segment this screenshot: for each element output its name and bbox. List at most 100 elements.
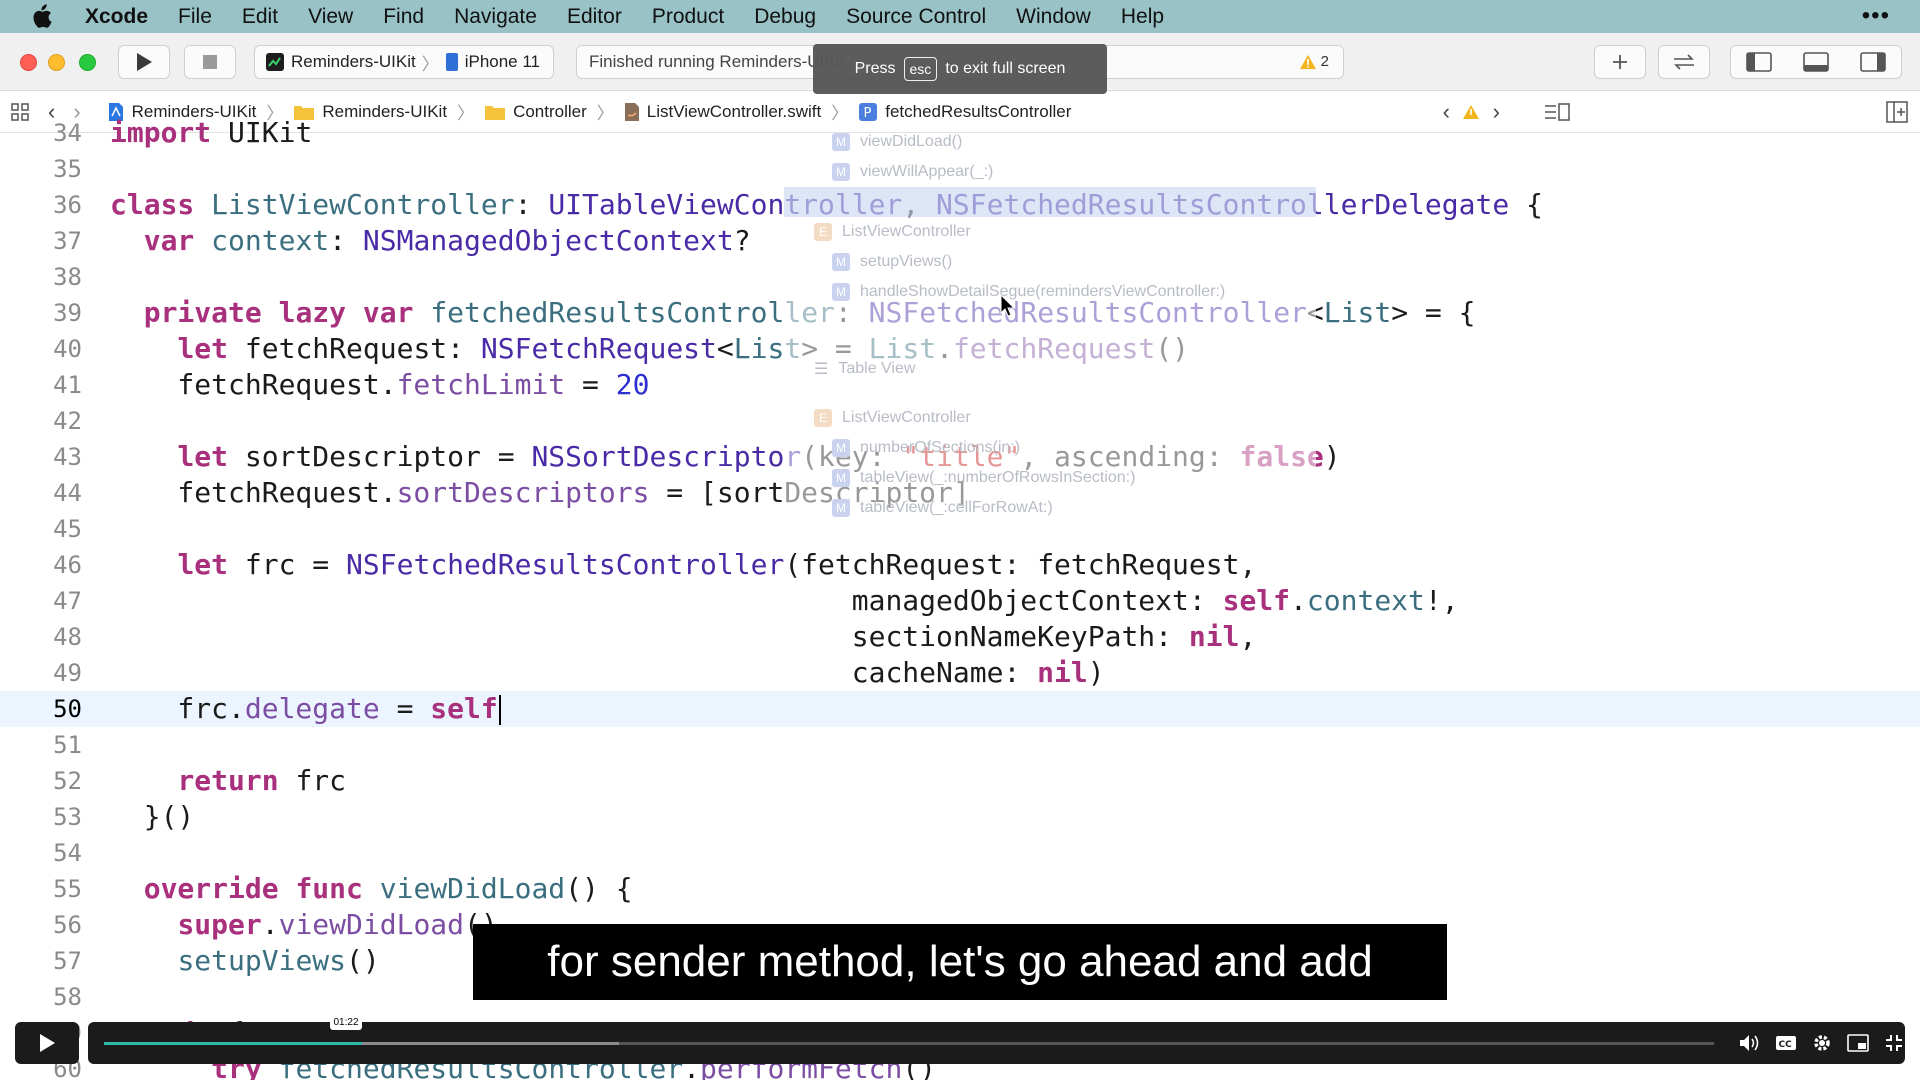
line-number: 51 <box>53 731 82 759</box>
app-target-icon <box>266 53 284 71</box>
menu-edit[interactable]: Edit <box>242 5 278 29</box>
video-scrubber[interactable] <box>104 1042 1714 1045</box>
menu-source-control[interactable]: Source Control <box>846 5 986 29</box>
warning-count: 2 <box>1320 53 1329 70</box>
line-number: 49 <box>53 659 82 687</box>
stop-icon <box>203 55 217 69</box>
run-button[interactable] <box>118 45 170 79</box>
warning-icon <box>1299 54 1316 69</box>
panel-toggle-group <box>1730 45 1902 79</box>
code-line: 54 <box>0 835 1920 871</box>
code-line: 36 class ListViewController: UITableViewC… <box>0 187 1920 223</box>
code-line: 40 let fetchRequest: NSFetchRequest<List… <box>0 331 1920 367</box>
library-button[interactable] <box>1594 45 1646 79</box>
menu-app-xcode[interactable]: Xcode <box>85 5 148 29</box>
iphone-device-icon <box>445 53 458 71</box>
line-number: 37 <box>53 227 82 255</box>
line-number: 54 <box>53 839 82 867</box>
video-progress-bar <box>104 1042 362 1045</box>
chevron-right-icon: 〉 <box>421 54 439 74</box>
inspector-toggle-icon[interactable] <box>1859 52 1886 72</box>
video-timestamp: 01:22 <box>330 1016 362 1030</box>
picture-in-picture-icon[interactable] <box>1846 1032 1870 1054</box>
code-line: 34 import UIKit <box>0 115 1920 151</box>
code-line: 41 fetchRequest.fetchLimit = 20 <box>0 367 1920 403</box>
closed-captions-icon[interactable]: CC <box>1774 1032 1798 1054</box>
menu-navigate[interactable]: Navigate <box>454 5 537 29</box>
line-number: 55 <box>53 875 82 903</box>
toast-press-text: Press <box>854 60 896 77</box>
menu-editor[interactable]: Editor <box>567 5 622 29</box>
code-line: 44 fetchRequest.sortDescriptors = [sortD… <box>0 475 1920 511</box>
line-number: 34 <box>53 119 82 147</box>
code-line: 46 let frc = NSFetchedResultsController(… <box>0 547 1920 583</box>
screen: Xcode File Edit View Find Navigate Edito… <box>0 0 1920 1080</box>
volume-icon[interactable] <box>1738 1032 1762 1054</box>
line-number: 56 <box>53 911 82 939</box>
menu-help[interactable]: Help <box>1121 5 1164 29</box>
svg-text:CC: CC <box>1779 1040 1793 1050</box>
line-number: 39 <box>53 299 82 327</box>
code-line: 35 <box>0 151 1920 187</box>
swap-arrows-icon <box>1674 54 1694 70</box>
code-line: 49 cacheName: nil) <box>0 655 1920 691</box>
line-number: 35 <box>53 155 82 183</box>
apple-logo-icon[interactable] <box>30 4 52 29</box>
status-text: Finished running Reminders-UIKit <box>589 52 845 71</box>
code-line: 39 private lazy var fetchedResultsContro… <box>0 295 1920 331</box>
menu-window[interactable]: Window <box>1016 5 1091 29</box>
line-number: 40 <box>53 335 82 363</box>
fullscreen-toast: Press esc to exit full screen <box>813 44 1107 94</box>
line-number: 48 <box>53 623 82 651</box>
line-number: 50 <box>53 695 82 723</box>
text-cursor <box>498 695 501 725</box>
line-number: 42 <box>53 407 82 435</box>
warning-indicator[interactable]: 2 <box>1299 53 1329 70</box>
line-number: 46 <box>53 551 82 579</box>
stop-button[interactable] <box>184 45 236 79</box>
code-line: 43 let sortDescriptor = NSSortDescriptor… <box>0 439 1920 475</box>
code-line: 51 <box>0 727 1920 763</box>
code-line: 55 override func viewDidLoad() { <box>0 871 1920 907</box>
minimize-window-button[interactable] <box>48 54 65 71</box>
navigator-toggle-icon[interactable] <box>1746 52 1773 72</box>
code-line: 47 managedObjectContext: self.context!, <box>0 583 1920 619</box>
line-number: 44 <box>53 479 82 507</box>
more-menu-icon[interactable]: ••• <box>1862 2 1890 30</box>
line-number: 47 <box>53 587 82 615</box>
toast-rest-text: to exit full screen <box>945 60 1066 77</box>
code-line: 45 <box>0 511 1920 547</box>
line-number: 57 <box>53 947 82 975</box>
settings-gear-icon[interactable] <box>1810 1032 1834 1054</box>
code-line: 52 return frc <box>0 763 1920 799</box>
line-number: 36 <box>53 191 82 219</box>
debug-area-toggle-icon[interactable] <box>1803 52 1829 72</box>
code-line: 38 <box>0 259 1920 295</box>
code-line: 53 }() <box>0 799 1920 835</box>
video-play-button[interactable] <box>15 1022 79 1064</box>
line-number: 43 <box>53 443 82 471</box>
menu-file[interactable]: File <box>178 5 212 29</box>
close-window-button[interactable] <box>20 54 37 71</box>
line-number: 53 <box>53 803 82 831</box>
menu-find[interactable]: Find <box>383 5 424 29</box>
code-review-button[interactable] <box>1658 45 1710 79</box>
zoom-window-button[interactable] <box>79 54 96 71</box>
esc-key-label: esc <box>903 57 938 81</box>
current-code-line: 50 frc.delegate = self <box>0 691 1920 727</box>
code-line: 37 var context: NSManagedObjectContext? <box>0 223 1920 259</box>
line-number: 38 <box>53 263 82 291</box>
line-number: 52 <box>53 767 82 795</box>
menu-bar: Xcode File Edit View Find Navigate Edito… <box>0 0 1920 33</box>
line-number: 58 <box>53 983 82 1011</box>
menu-view[interactable]: View <box>308 5 353 29</box>
device-name: iPhone 11 <box>464 52 541 71</box>
menu-debug[interactable]: Debug <box>754 5 816 29</box>
scheme-selector[interactable]: Reminders-UIKit 〉 iPhone 11 <box>254 45 554 79</box>
play-icon <box>40 1034 55 1052</box>
line-number: 41 <box>53 371 82 399</box>
play-icon <box>137 53 152 71</box>
mouse-pointer-icon <box>1000 294 1016 317</box>
menu-product[interactable]: Product <box>652 5 724 29</box>
fullscreen-exit-icon[interactable] <box>1882 1032 1906 1054</box>
